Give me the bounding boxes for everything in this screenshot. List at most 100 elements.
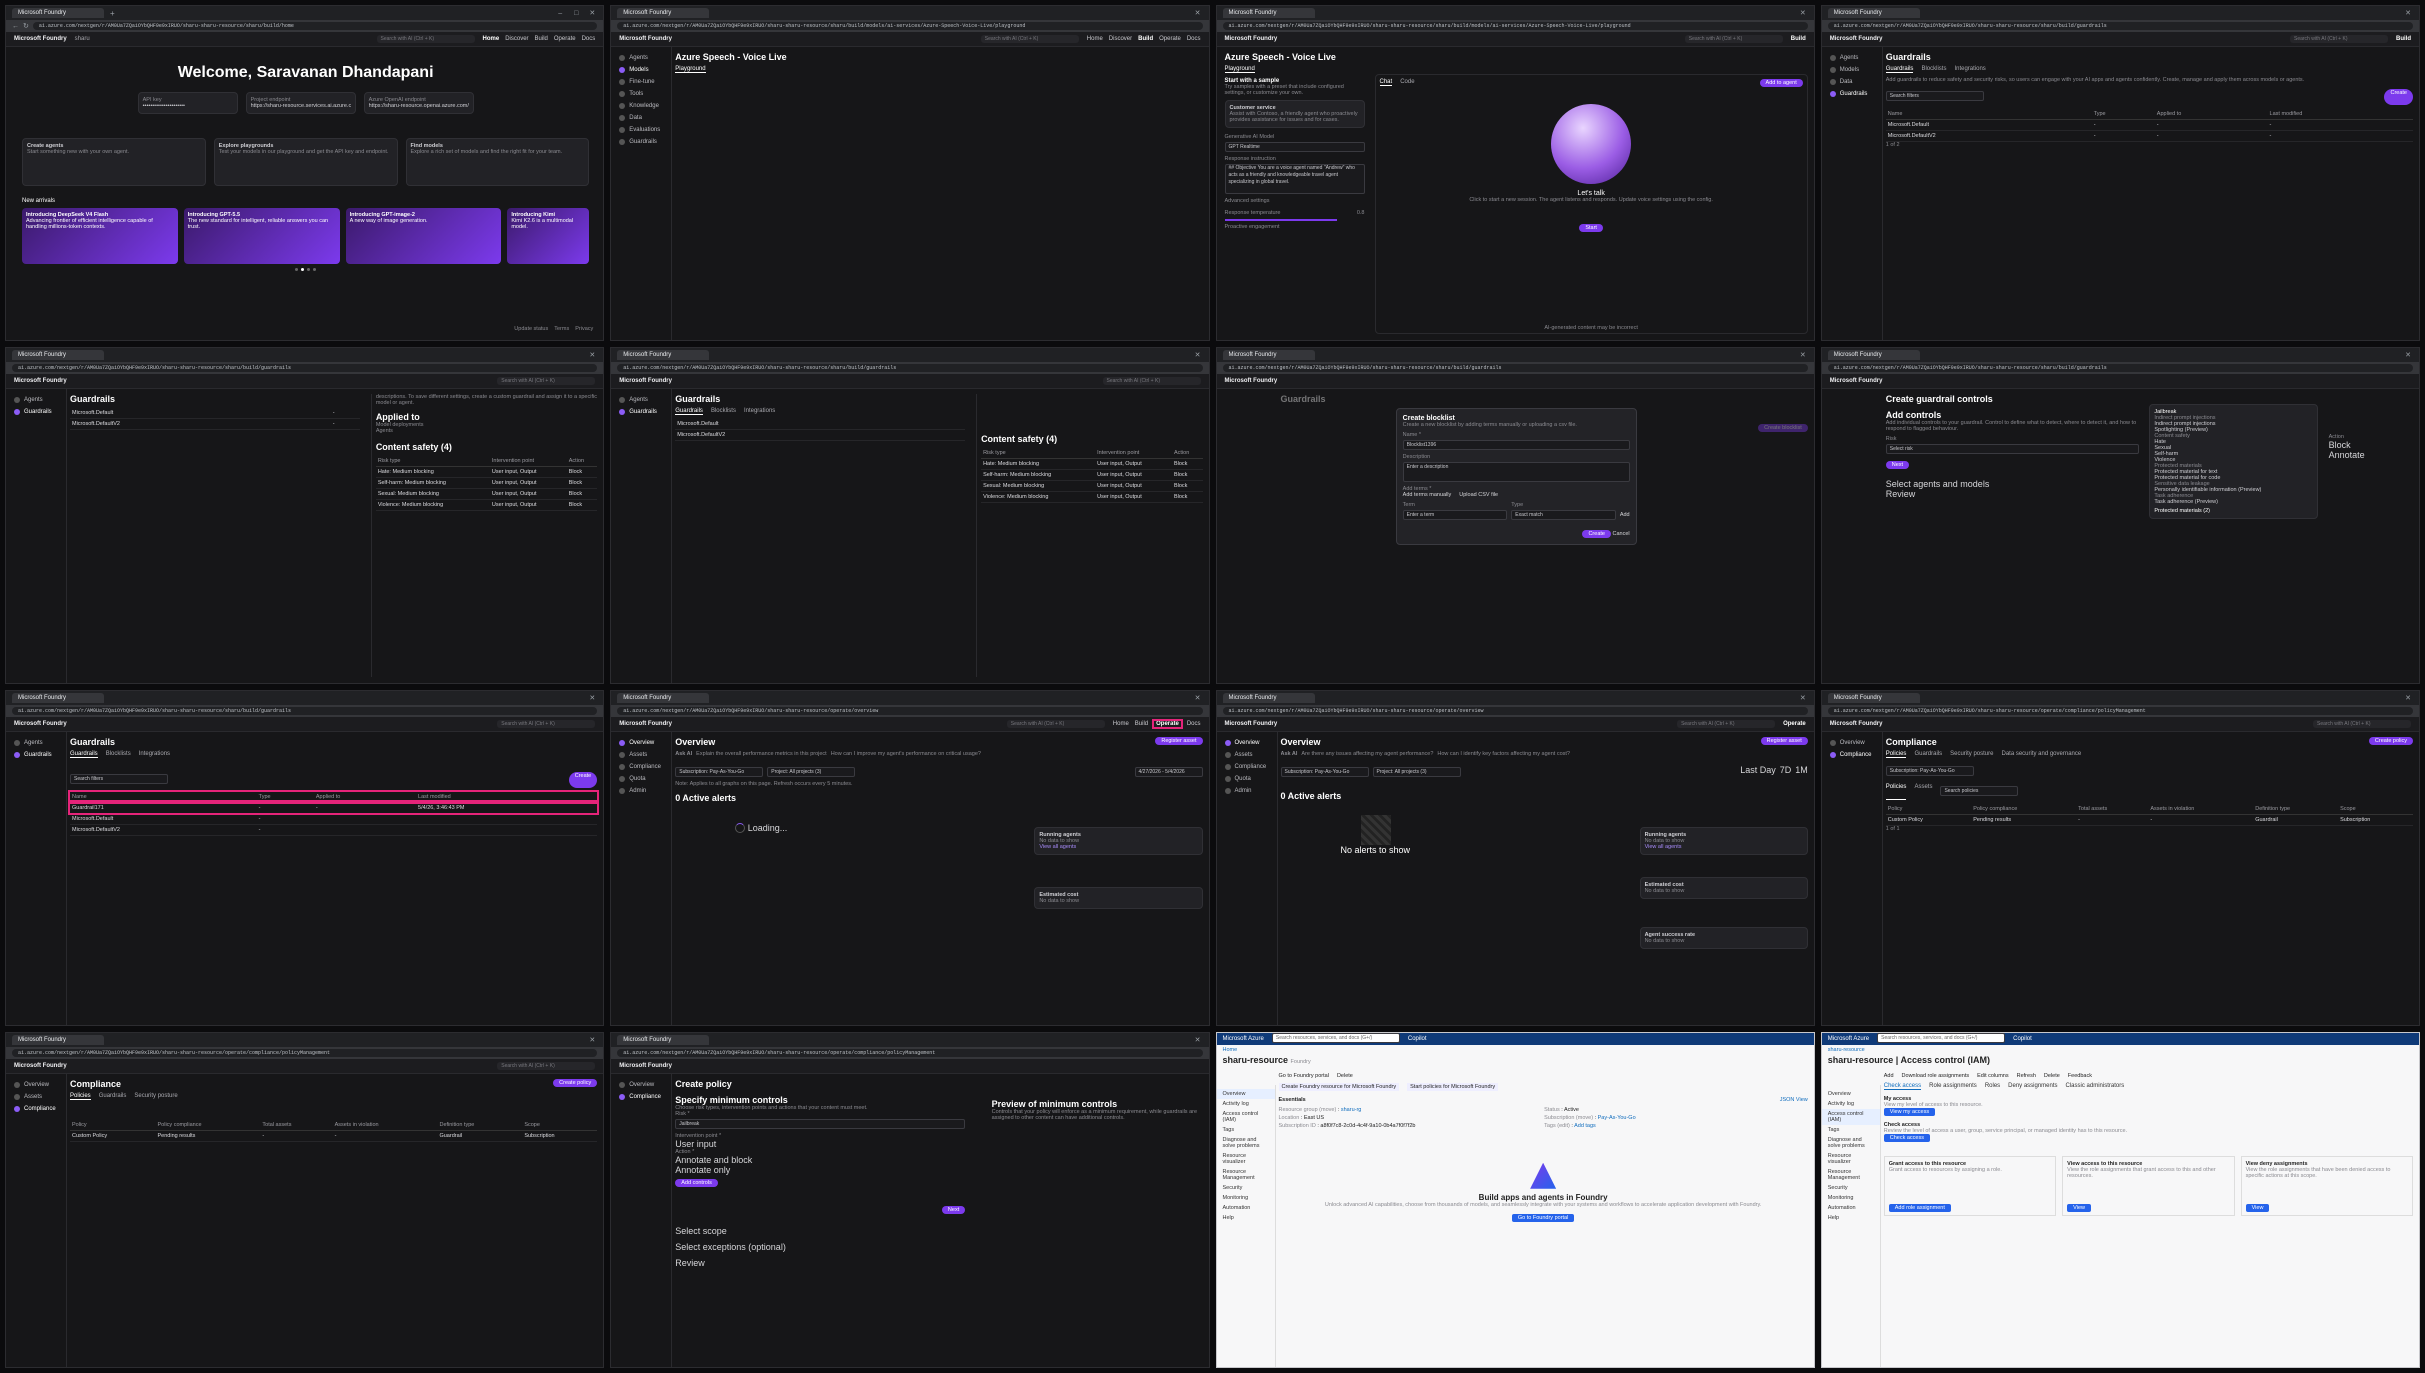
brand[interactable]: Microsoft Foundry [619, 721, 672, 727]
search-input[interactable]: Search filters [70, 773, 168, 784]
step-exceptions[interactable]: Select exceptions (optional) [675, 1242, 965, 1252]
brand[interactable]: Microsoft Foundry [14, 721, 67, 727]
tab-classic-admins[interactable]: Classic administrators [2066, 1083, 2125, 1090]
page-title[interactable]: Azure Speech - Voice Live [1225, 52, 1808, 62]
brand[interactable]: Microsoft Foundry [619, 36, 672, 42]
1m-button[interactable]: 1M [1795, 765, 1808, 781]
tab-policies[interactable]: Policies [1885, 751, 1907, 758]
sidebar-item-models[interactable]: Models [611, 64, 671, 76]
resource-group-link[interactable]: sharu-rg [1341, 1107, 1361, 1113]
sidebar-item-help[interactable]: Help [1217, 1213, 1275, 1223]
close-icon[interactable]: ✕ [1798, 694, 1808, 702]
sidebar-item-help[interactable]: Help [1822, 1213, 1880, 1223]
browser-tab[interactable]: Microsoft Foundry [617, 1034, 710, 1045]
project-crumb[interactable]: sharu [75, 36, 90, 42]
delete-button[interactable]: Delete [1337, 1073, 1353, 1079]
sidebar-item-tags[interactable]: Tags [1822, 1125, 1880, 1135]
type-select[interactable]: Exact match [1511, 510, 1616, 521]
sidebar-item-agents[interactable]: Agents [6, 737, 66, 749]
close-icon[interactable]: ✕ [1193, 351, 1203, 359]
sidebar-item-visualizer[interactable]: Resource visualizer [1217, 1151, 1275, 1167]
table-row[interactable]: Microsoft.Default [675, 419, 966, 431]
browser-tab[interactable]: Microsoft Foundry [1827, 350, 1920, 361]
tab-guardrails[interactable]: Guardrails [1914, 751, 1942, 758]
sidebar-item-overview[interactable]: Overview [611, 737, 671, 749]
add-term-button[interactable]: Add [1620, 512, 1630, 524]
brand[interactable]: Microsoft Foundry [1830, 721, 1883, 727]
sidebar-item-guardrails[interactable]: Guardrails [611, 136, 671, 148]
nav-docs[interactable]: Docs [1187, 721, 1201, 727]
suggestion-chip[interactable]: How can I identify key factors affecting… [1437, 751, 1570, 757]
sidebar-item-security[interactable]: Security [1822, 1183, 1880, 1193]
close-icon[interactable]: ✕ [1798, 351, 1808, 359]
last-day-button[interactable]: Last Day [1740, 765, 1776, 781]
csv-radio[interactable]: Upload CSV file [1459, 492, 1498, 498]
temperature-slider[interactable] [1224, 219, 1337, 221]
risk-select[interactable]: Select risk [1885, 444, 2139, 455]
browser-tab[interactable]: Microsoft Foundry [1827, 8, 1920, 18]
copilot-button[interactable]: Copilot [2013, 1036, 2032, 1042]
close-icon[interactable]: ✕ [587, 9, 597, 17]
address-bar[interactable]: ai.azure.com/nextgen/r/AM0Ua7ZQaiOYbQHF9… [617, 364, 1203, 373]
sample-card[interactable]: Customer service Assist with Contoso, a f… [1224, 100, 1365, 128]
sidebar-item-guardrails[interactable]: Guardrails [6, 406, 66, 418]
sidebar-item-security[interactable]: Security [1217, 1183, 1275, 1193]
promo-card[interactable]: Introducing Kimi Kimi K2.6 is a multimoda… [507, 208, 590, 264]
go-foundry-button[interactable]: Go to Foundry portal [1511, 1213, 1575, 1222]
create-policy-button[interactable]: Create policy [2368, 736, 2413, 745]
table-row[interactable]: Microsoft.DefaultV2- [70, 418, 360, 431]
delete-button[interactable]: Delete [2044, 1073, 2060, 1079]
tab-role-assignments[interactable]: Role assignments [1929, 1083, 1977, 1090]
tab-playground[interactable]: Playground [1224, 66, 1255, 73]
sidebar-item-diagnose[interactable]: Diagnose and solve problems [1822, 1135, 1880, 1151]
nav-docs[interactable]: Docs [1187, 36, 1201, 42]
address-bar[interactable]: ai.azure.com/nextgen/r/AM0Ua7ZQaiOYbQHF9… [1827, 22, 2413, 30]
next-button[interactable]: Next [1885, 461, 1910, 470]
reload-icon[interactable]: ↻ [23, 22, 29, 30]
annotate-only-radio[interactable]: Annotate only [675, 1165, 965, 1175]
tab-blocklists[interactable]: Blocklists [711, 408, 736, 415]
brand[interactable]: Microsoft Foundry [14, 378, 67, 384]
create-agents-card[interactable]: Create agents Start something new with yo… [22, 138, 206, 186]
create-button[interactable]: Create [1582, 530, 1611, 539]
sidebar-item-overview[interactable]: Overview [1216, 1088, 1275, 1099]
json-view-link[interactable]: JSON View [1780, 1097, 1808, 1103]
address-bar[interactable]: ai.azure.com/nextgen/r/AM0Ua7ZQaiOYbQHF9… [617, 706, 1203, 715]
content-safety-heading[interactable]: Content safety (4) [981, 434, 1202, 444]
user-input-checkbox[interactable]: User input [675, 1139, 965, 1149]
sidebar-item-compliance[interactable]: Compliance [611, 1091, 671, 1103]
content-safety-heading[interactable]: Content safety (4) [376, 442, 597, 452]
global-search[interactable]: Search with AI (Ctrl + K) [1677, 719, 1776, 728]
annotate-block-radio[interactable]: Annotate and block [675, 1155, 965, 1165]
sidebar-item-monitoring[interactable]: Monitoring [1217, 1193, 1275, 1203]
proactive-toggle[interactable]: Proactive engagement [1225, 224, 1365, 230]
sidebar-item-admin[interactable]: Admin [611, 785, 671, 797]
browser-tab[interactable]: Microsoft Foundry [617, 692, 710, 703]
subtab-assets[interactable]: Assets [1914, 784, 1932, 800]
browser-tab[interactable]: Microsoft Foundry [12, 350, 104, 361]
maximize-icon[interactable]: □ [571, 10, 581, 17]
address-bar[interactable]: ai.azure.com/nextgen/r/AM0Ua7ZQaiOYbQHF9… [1222, 364, 1808, 373]
sidebar-item-agents[interactable]: Agents [1822, 52, 1882, 64]
global-search[interactable]: Search with AI (Ctrl + K) [1102, 377, 1201, 386]
close-icon[interactable]: ✕ [1193, 9, 1203, 17]
nav-build[interactable]: Build [1135, 721, 1148, 727]
date-range[interactable]: 4/27/2026 - 5/4/2026 [1134, 766, 1203, 777]
view-all-agents-link[interactable]: View all agents [1645, 844, 1803, 850]
sidebar-item-knowledge[interactable]: Knowledge [611, 100, 671, 112]
essentials-heading[interactable]: Essentials [1279, 1097, 1306, 1103]
menu-item[interactable]: Task adherence (Preview) [2154, 499, 2312, 505]
7d-button[interactable]: 7D [1780, 765, 1792, 781]
nav-build[interactable]: Build [2396, 36, 2411, 42]
tab-integrations[interactable]: Integrations [1954, 66, 1985, 73]
sidebar-item-tags[interactable]: Tags [1217, 1125, 1275, 1135]
tab-security-posture[interactable]: Security posture [1950, 751, 1993, 758]
start-button[interactable]: Start [1579, 224, 1603, 232]
sidebar-item-compliance[interactable]: Compliance [6, 1103, 66, 1115]
browser-tab[interactable]: Microsoft Foundry [1222, 350, 1315, 361]
tab-roles[interactable]: Roles [1985, 1083, 2000, 1090]
sidebar-item-overview[interactable]: Overview [1217, 737, 1277, 749]
refresh-button[interactable]: Refresh [2017, 1073, 2036, 1079]
add-button[interactable]: Add [1884, 1073, 1894, 1079]
find-models-card[interactable]: Find models Explore a rich set of models … [405, 138, 590, 186]
